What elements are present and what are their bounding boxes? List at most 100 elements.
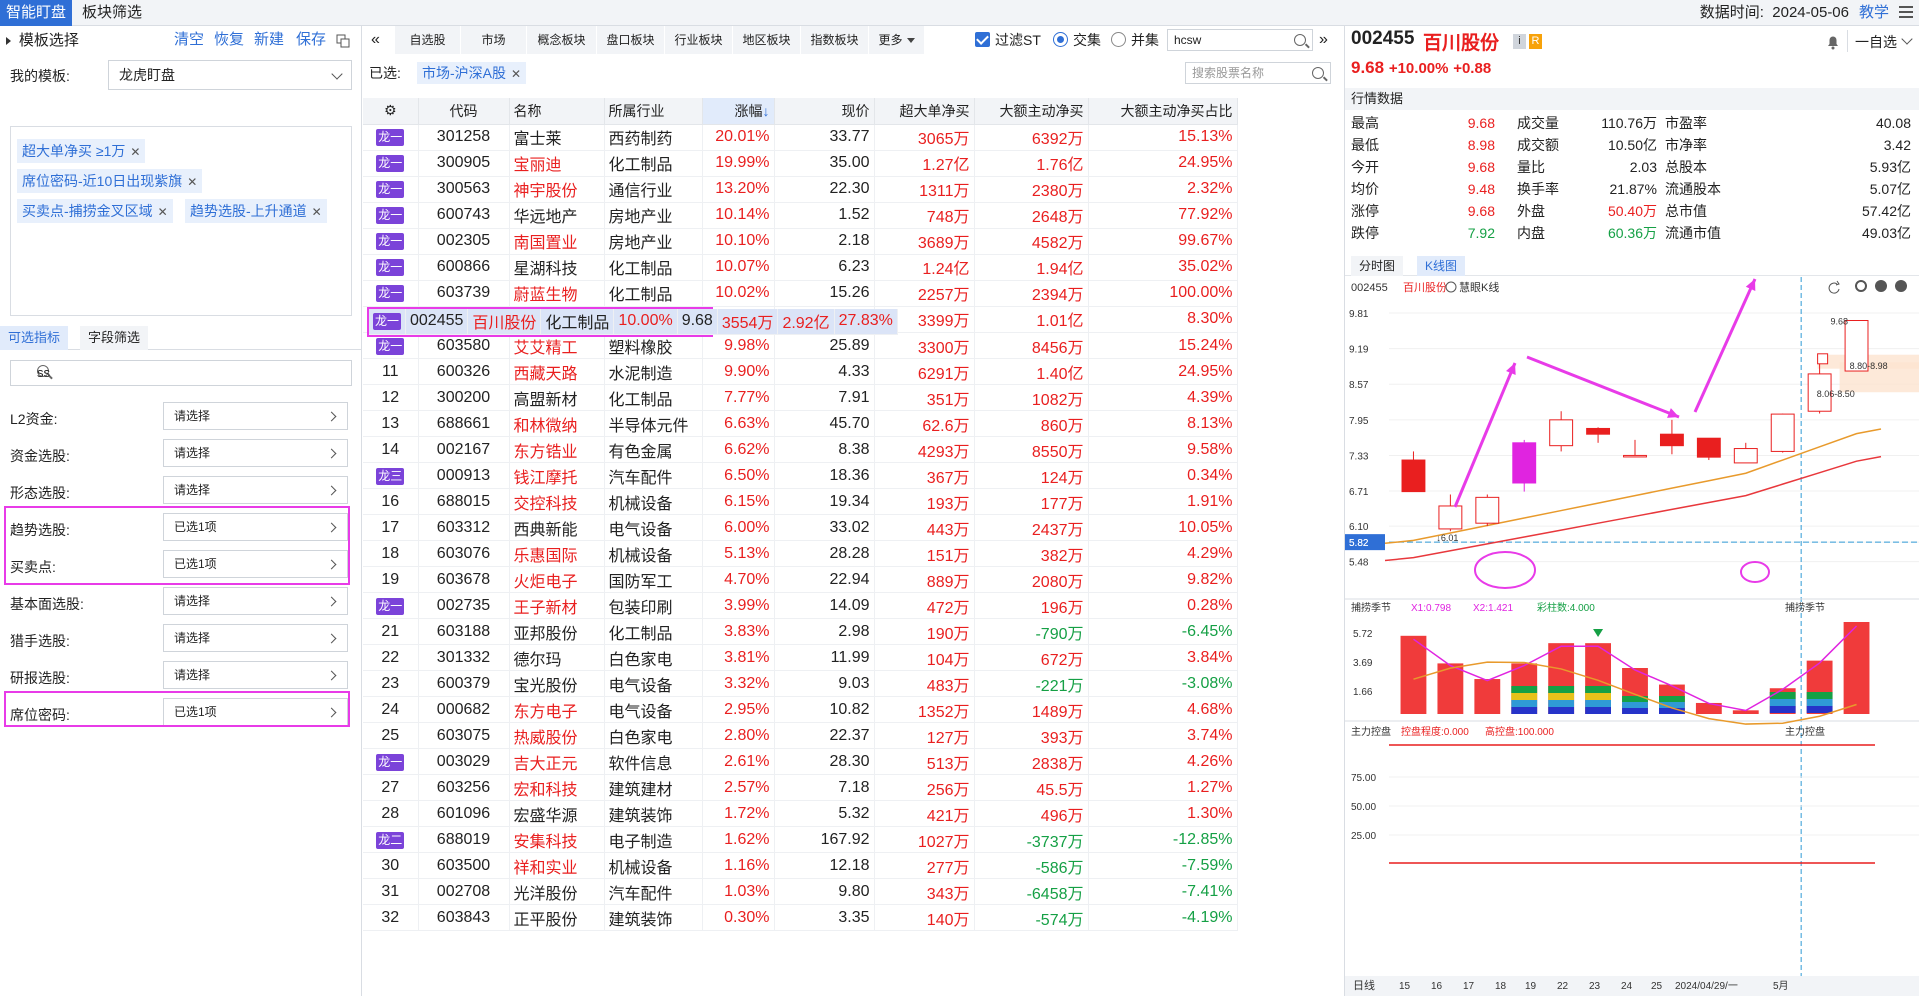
- filter-select-fundamental[interactable]: 请选择: [163, 587, 348, 615]
- table-row[interactable]: 16 688015 交控科技 机械设备 6.15% 19.34 193万 177万 1.91%: [363, 488, 1238, 515]
- row-bigactive: 124万: [974, 462, 1089, 489]
- table-row[interactable]: 27 603256 宏和科技 建筑建材 2.57% 7.18 256万 45.5万 1.27%: [363, 774, 1238, 801]
- row-price: 22.37: [774, 722, 875, 749]
- tab-industry[interactable]: 行业板块: [665, 26, 733, 54]
- table-row[interactable]: 17 603312 西典新能 电气设备 6.00% 33.02 443万 2437万 10.05…: [363, 514, 1238, 541]
- table-row[interactable]: 25 603075 热威股份 白色家电 2.80% 22.37 127万 393万 3.74%: [363, 722, 1238, 749]
- restore-button[interactable]: 恢复: [214, 26, 244, 54]
- table-row[interactable]: 12 300200 高盟新材 化工制品 7.77% 7.91 351万 1082万 4.39%: [363, 384, 1238, 411]
- menu-icon[interactable]: [1899, 6, 1913, 18]
- table-row[interactable]: 21 603188 亚邦股份 化工制品 3.83% 2.98 190万 -790万 -6.45%: [363, 618, 1238, 645]
- table-row[interactable]: 24 000682 东方电子 电气设备 2.95% 10.82 1352万 1489万 4.68…: [363, 696, 1238, 723]
- table-row[interactable]: 11 600326 西藏天路 水泥制造 9.90% 4.33 6291万 1.40亿 24.95…: [363, 358, 1238, 385]
- next-icon[interactable]: »: [1319, 26, 1328, 54]
- table-row[interactable]: 龙一 600866 星湖科技 化工制品 10.07% 6.23 1.24亿 1.94亿 35.0…: [363, 254, 1238, 281]
- table-row[interactable]: 龙三 000913 钱江摩托 汽车配件 6.50% 18.36 367万 124万 0.34%: [363, 462, 1238, 489]
- row-superbig: 190万: [874, 618, 975, 645]
- table-row[interactable]: 龙一 300563 神宇股份 通信行业 13.20% 22.30 1311万 2380万 2.3…: [363, 176, 1238, 203]
- condition-tag[interactable]: 超大单净买 ≥1万 ✕: [17, 139, 146, 163]
- chevron-down-icon[interactable]: [1901, 33, 1913, 45]
- table-row[interactable]: 龙一 002735 王子新材 包装印刷 3.99% 14.09 472万 196万 0.28%: [363, 592, 1238, 619]
- collapse-icon[interactable]: [6, 37, 11, 45]
- sub1-colorbar: [1806, 706, 1833, 713]
- quote-label: 成交额: [1517, 137, 1559, 153]
- table-row[interactable]: 18 603076 乐惠国际 机械设备 5.13% 28.28 151万 382万 4.29%: [363, 540, 1238, 567]
- col-superbig[interactable]: 超大单净买: [874, 98, 975, 125]
- tab-kline[interactable]: K线图: [1417, 256, 1466, 276]
- more-dropdown[interactable]: 更多: [869, 26, 925, 54]
- table-row[interactable]: 龙一 301258 富士莱 西药制药 20.01% 33.77 3065万 6392万 15.1…: [363, 124, 1238, 151]
- settings-icon[interactable]: ⚙: [363, 98, 419, 125]
- table-row[interactable]: 30 603500 祥和实业 机械设备 1.16% 12.18 277万 -586万 -7.59…: [363, 852, 1238, 879]
- table-row[interactable]: 13 688661 和林微纳 半导体元件 6.63% 45.70 62.6万 860万 8.13…: [363, 410, 1238, 437]
- prev-icon[interactable]: «: [371, 26, 380, 54]
- table-row[interactable]: 龙二 688019 安集科技 电子制造 1.62% 167.92 1027万 -3737万 -1…: [363, 826, 1238, 853]
- selected-conditions: 超大单净买 ≥1万 ✕ 席位密码-近10日出现紫旗 ✕ 买卖点-捕捞金叉区域 ✕ 趋势…: [10, 126, 352, 316]
- table-row[interactable]: 龙一 603739 蔚蓝生物 化工制品 10.02% 15.26 2257万 2394万 100…: [363, 280, 1238, 307]
- info-icon[interactable]: i: [1513, 34, 1526, 49]
- market-tag[interactable]: 市场-沪深A股 ✕: [417, 62, 527, 84]
- code-input[interactable]: hcsw: [1167, 29, 1313, 51]
- table-row[interactable]: 龙一 003029 吉大正元 软件信息 2.61% 28.30 513万 2838万 4.26%: [363, 748, 1238, 775]
- col-bigratio[interactable]: 大额主动净买占比: [1088, 98, 1238, 125]
- table-row[interactable]: 23 600379 宝光股份 电气设备 3.32% 9.03 483万 -221万 -3.08%: [363, 670, 1238, 697]
- row-code: 603256: [418, 774, 510, 801]
- row-bigactive: 496万: [974, 800, 1089, 827]
- tab-smart-watch[interactable]: 智能盯盘: [0, 0, 73, 26]
- row-industry: 化工制品: [604, 384, 703, 411]
- teach-link[interactable]: 教学: [1859, 0, 1889, 26]
- kline-chart[interactable]: 002455 百川股份 慧眼K线 9.81 9.19 8.57 7.95 7.33 6.71 6.…: [1345, 277, 1919, 996]
- tab-market[interactable]: 市场: [461, 26, 527, 54]
- tab-index[interactable]: 指数板块: [801, 26, 869, 54]
- table-row[interactable]: 龙一 600743 华远地产 房地产业 10.14% 1.52 748万 2648万 77.92…: [363, 202, 1238, 229]
- table-row[interactable]: 龙一 002455 百川股份 化工制品 10.00% 9.68 3554万 2.92亿 27.8…: [367, 306, 898, 337]
- col-industry[interactable]: 所属行业: [604, 98, 703, 125]
- col-code[interactable]: 代码: [418, 98, 510, 125]
- tab-field-filter[interactable]: 字段筛选: [80, 326, 149, 350]
- new-button[interactable]: 新建: [254, 26, 284, 54]
- col-price[interactable]: 现价: [774, 98, 875, 125]
- save-button[interactable]: 保存: [296, 26, 326, 54]
- intersection-radio[interactable]: [1053, 32, 1068, 47]
- union-radio[interactable]: [1111, 32, 1126, 47]
- bell-icon[interactable]: [1825, 34, 1841, 50]
- col-name[interactable]: 名称: [509, 98, 605, 125]
- tab-handicap[interactable]: 盘口板块: [597, 26, 665, 54]
- condition-tag[interactable]: 买卖点-捕捞金叉区域 ✕: [17, 199, 173, 223]
- tab-intraday[interactable]: 分时图: [1351, 256, 1404, 276]
- tab-region[interactable]: 地区板块: [733, 26, 801, 54]
- table-row[interactable]: 龙一 002305 南国置业 房地产业 10.10% 2.18 3689万 4582万 99.6…: [363, 228, 1238, 255]
- table-row[interactable]: 28 601096 宏盛华源 建筑装饰 1.72% 5.32 421万 496万 1.30%: [363, 800, 1238, 827]
- stock-code: 002455: [1351, 28, 1415, 49]
- table-row[interactable]: 14 002167 东方锆业 有色金属 6.62% 8.38 4293万 8550万 9.58%: [363, 436, 1238, 463]
- col-change[interactable]: 涨幅↓: [702, 98, 775, 125]
- filter-select-pattern[interactable]: 请选择: [163, 476, 348, 504]
- condition-tag[interactable]: 趋势选股-上升通道 ✕: [185, 199, 327, 223]
- date-tick: 23: [1589, 981, 1601, 992]
- filter-st-checkbox[interactable]: [975, 32, 990, 47]
- filter-select-fund[interactable]: 请选择: [163, 439, 348, 467]
- filter-select-research[interactable]: 请选择: [163, 661, 348, 689]
- tab-watchlist[interactable]: 自选股: [395, 26, 461, 54]
- my-template-label: 我的模板:: [10, 68, 70, 84]
- tab-optional-indicators[interactable]: 可选指标: [0, 326, 69, 350]
- indicator-search-input[interactable]: ss: [10, 360, 352, 386]
- row-rank: 龙一: [363, 592, 419, 619]
- stock-name-search[interactable]: 搜索股票名称: [1185, 62, 1331, 84]
- condition-tag[interactable]: 席位密码-近10日出现紫旗 ✕: [17, 169, 203, 193]
- table-row[interactable]: 22 301332 德尔玛 白色家电 3.81% 11.99 104万 672万 3.84%: [363, 644, 1238, 671]
- table-row[interactable]: 龙一 300905 宝丽迪 化工制品 19.99% 35.00 1.27亿 1.76亿 24.9…: [363, 150, 1238, 177]
- tab-concept[interactable]: 概念板块: [527, 26, 597, 54]
- table-row[interactable]: 31 002708 光洋股份 汽车配件 1.03% 9.80 343万 -6458万 -7.41…: [363, 878, 1238, 905]
- table-row[interactable]: 32 603843 正平股份 建筑装饰 0.30% 3.35 140万 -574万 -4.19%: [363, 904, 1238, 931]
- table-row[interactable]: 19 603678 火炬电子 国防军工 4.70% 22.94 889万 2080万 9.82%: [363, 566, 1238, 593]
- data-time: 数据时间: 2024-05-06: [1699, 4, 1849, 21]
- filter-select-l2[interactable]: 请选择: [163, 402, 348, 430]
- my-template-select[interactable]: 龙虎盯盘: [108, 60, 352, 90]
- tab-sector-filter[interactable]: 板块筛选: [76, 0, 148, 26]
- filter-select-hunter[interactable]: 请选择: [163, 624, 348, 652]
- clear-button[interactable]: 清空: [174, 26, 204, 54]
- remove-watch-button[interactable]: 一自选: [1855, 32, 1897, 52]
- copy-icon[interactable]: [336, 34, 350, 48]
- col-bigactive[interactable]: 大额主动净买: [974, 98, 1089, 125]
